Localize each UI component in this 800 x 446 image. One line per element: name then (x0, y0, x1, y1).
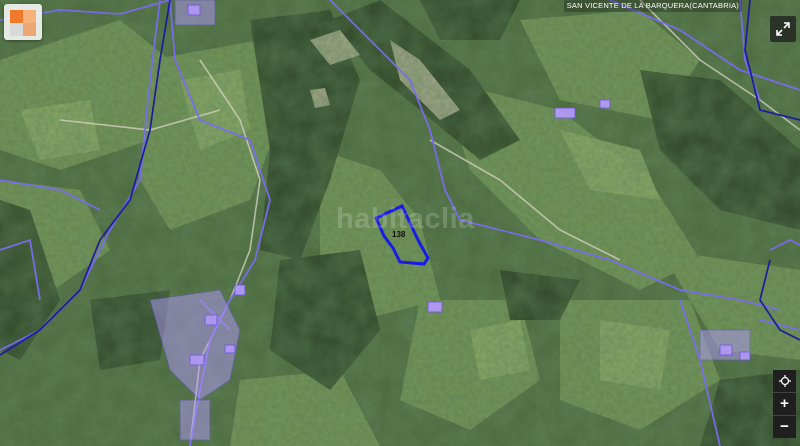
fullscreen-button[interactable] (770, 16, 796, 42)
layer-switcher-button[interactable] (4, 4, 42, 40)
layers-icon-tile-4 (23, 23, 36, 36)
locate-button[interactable] (773, 370, 796, 393)
map-controls: + − (773, 370, 796, 438)
crosshair-icon (778, 375, 791, 387)
layers-icon-tile-3 (10, 23, 23, 36)
layers-icon-tile-2 (23, 10, 36, 23)
location-label: SAN VICENTE DE LA BARQUERA(CANTABRIA) (563, 0, 742, 12)
layers-icon (10, 10, 23, 23)
parcel-number-label: 138 (392, 230, 406, 239)
zoom-out-button[interactable]: − (773, 416, 796, 438)
zoom-in-button[interactable]: + (773, 393, 796, 416)
watermark: habitaclia (336, 203, 475, 235)
expand-arrows-icon (776, 22, 790, 36)
